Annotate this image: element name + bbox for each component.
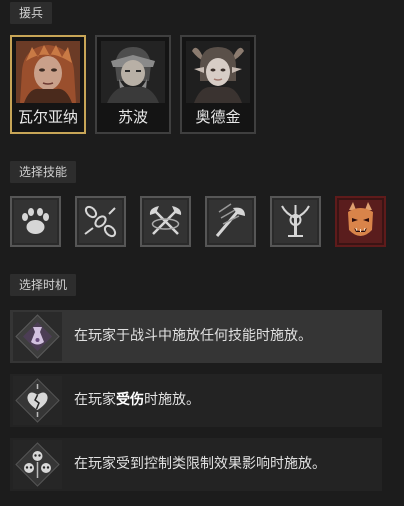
mercenary-name: 奥德金 xyxy=(195,108,241,126)
skill-option-5[interactable] xyxy=(270,196,321,247)
subo-portrait xyxy=(101,41,165,103)
timing-description: 在玩家于战斗中施放任何技能时施放。 xyxy=(74,328,312,344)
timing-section-label: 选择时机 xyxy=(10,274,77,296)
timing-option-on-skill-cast[interactable]: 在玩家于战斗中施放任何技能时施放。 xyxy=(10,310,382,363)
skill-option-4[interactable] xyxy=(205,196,256,247)
skill-option-1[interactable] xyxy=(10,196,61,247)
timing-description: 在玩家受到控制类限制效果影响时施放。 xyxy=(74,456,326,472)
timing-description: 在玩家受伤时施放。 xyxy=(74,392,200,408)
broken-heart-icon xyxy=(13,376,62,425)
timing-option-on-damaged[interactable]: 在玩家受伤时施放。 xyxy=(10,374,382,427)
mercenary-card-subo[interactable]: 苏波 xyxy=(95,35,171,134)
timing-option-on-crowd-control[interactable]: 在玩家受到控制类限制效果影响时施放。 xyxy=(10,438,382,491)
skill-list xyxy=(10,196,386,247)
potion-sigil-icon xyxy=(13,312,62,361)
mercenary-name: 苏波 xyxy=(117,108,148,126)
mercenary-card-odekin[interactable]: 奥德金 xyxy=(180,35,256,134)
odekin-portrait xyxy=(186,41,250,103)
skill-option-6[interactable] xyxy=(335,196,386,247)
demon-face-icon xyxy=(339,200,382,243)
crossed-axes-icon xyxy=(144,200,187,243)
mercenary-card-varyana[interactable]: 瓦尔亚纳 xyxy=(10,35,86,134)
skill-option-2[interactable] xyxy=(75,196,126,247)
chain-icon xyxy=(79,200,122,243)
mercenary-list: 瓦尔亚纳 苏波 奥德金 xyxy=(10,35,256,134)
tree-sigil-icon xyxy=(274,200,317,243)
skull-trio-icon xyxy=(13,440,62,489)
bear-paw-icon xyxy=(14,200,57,243)
skill-option-3[interactable] xyxy=(140,196,191,247)
skill-section-label: 选择技能 xyxy=(10,161,77,183)
claw-slash-axe-icon xyxy=(209,200,252,243)
varyana-portrait xyxy=(16,41,80,103)
mercenary-section-label: 援兵 xyxy=(10,2,53,24)
mercenary-name: 瓦尔亚纳 xyxy=(17,108,78,126)
